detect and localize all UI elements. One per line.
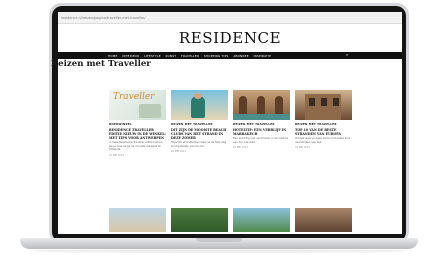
article-thumbnail-beach[interactable] — [171, 90, 228, 120]
page-title: Reizen met Traveller — [51, 59, 151, 69]
article-thumbnail-magazine[interactable]: Traveller — [109, 90, 166, 120]
article-card[interactable]: Traveller BOEKWINKEL RESIDENCE TRAVELLER… — [109, 90, 166, 157]
article-card[interactable]: REIZEN MET TRAVELLER TOP 10 VAN DE BESTE… — [295, 90, 352, 149]
article-date: 16 MEI 2023 — [171, 150, 186, 154]
article-title[interactable]: RESIDENCE TRAVELLER EDITIE NIEUW IN DE W… — [109, 128, 166, 140]
main-nav: HOME INTERIEUR LIFESTYLE KUNST TRAVELLER… — [58, 52, 402, 59]
magazine-cover-title: Traveller — [113, 92, 155, 102]
address-bar[interactable]: residence.nl/reizen/pagina/traveller-met… — [58, 12, 402, 24]
nav-item-inspiratie[interactable]: INSPIRATIE — [254, 54, 272, 58]
article-category[interactable]: REIZEN MET TRAVELLER — [171, 122, 228, 126]
laptop-shadow — [30, 249, 408, 253]
url-text: residence.nl/reizen/pagina/traveller-met… — [61, 15, 146, 20]
article-title[interactable]: DIT ZIJN DE MOOISTE BEACH CLUBS VAN HET … — [171, 128, 228, 140]
article-excerpt: Stijlvolle strandtenten waar je de hele … — [171, 141, 227, 148]
article-excerpt: Ontdek waar je deze zomer het beste kunt… — [295, 137, 351, 144]
nav-item-shopping[interactable]: SHOPPING TIPS — [204, 54, 229, 58]
article-category[interactable]: REIZEN MET TRAVELLER — [295, 122, 352, 126]
article-card[interactable]: REIZEN MET TRAVELLER DIT ZIJN DE MOOISTE… — [171, 90, 228, 153]
nav-item-home[interactable]: HOME — [108, 54, 118, 58]
article-thumbnail-row2-2[interactable] — [171, 208, 228, 232]
site-logo[interactable]: RESIDENCE — [179, 29, 281, 47]
nav-item-interieur[interactable]: INTERIEUR — [122, 54, 139, 58]
nav-item-lifestyle[interactable]: LIFESTYLE — [144, 54, 161, 58]
article-category[interactable]: REIZEN MET TRAVELLER — [233, 122, 290, 126]
article-title[interactable]: HOTELTIP: EEN VERBLIJF IN MARRAKECH — [233, 128, 290, 136]
article-category[interactable]: BOEKWINKEL — [109, 122, 166, 126]
article-excerpt: Een prachtig riad verscholen in de medin… — [233, 137, 289, 144]
article-excerpt: In deze Residence Traveller editie nemen… — [109, 141, 163, 152]
article-thumbnail-building[interactable] — [295, 90, 352, 120]
nav-item-abonnee[interactable]: ABONNEE — [233, 54, 248, 58]
article-thumbnail-row2-4[interactable] — [295, 208, 352, 232]
article-title[interactable]: TOP 10 VAN DE BESTE STRANDEN VAN EUROPA — [295, 128, 352, 136]
article-date: 15 MEI 2023 — [233, 146, 248, 150]
article-date: 15 MEI 2023 — [295, 146, 310, 150]
search-icon[interactable]: ⌕ — [346, 53, 350, 57]
article-thumbnail-riad[interactable] — [233, 90, 290, 120]
nav-item-traveller[interactable]: TRAVELLER — [181, 54, 199, 58]
laptop-notch — [196, 238, 242, 242]
article-card[interactable]: REIZEN MET TRAVELLER HOTELTIP: EEN VERBL… — [233, 90, 290, 149]
article-date: 16 MEI 2023 — [109, 154, 124, 158]
article-thumbnail-row2-3[interactable] — [233, 208, 290, 232]
article-thumbnail-row2-1[interactable] — [109, 208, 166, 232]
site-header: RESIDENCE — [58, 24, 402, 52]
nav-item-kunst[interactable]: KUNST — [166, 54, 177, 58]
